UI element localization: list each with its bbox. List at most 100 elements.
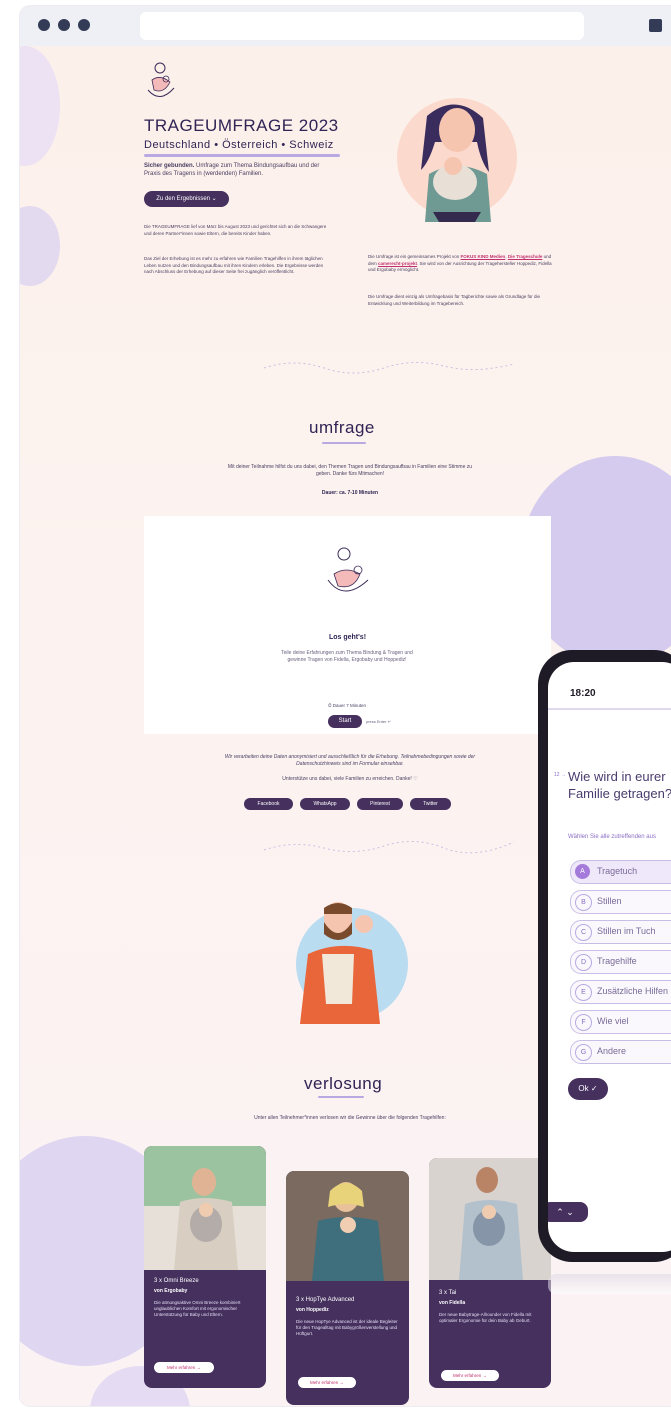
title-underline (144, 154, 340, 157)
answer-option[interactable]: F Wie viel (570, 1010, 671, 1034)
prize-card-hoppediz: 3 x HopTye Advanced von Hoppediz Die neu… (286, 1171, 409, 1405)
wave-divider (264, 841, 514, 854)
page-title: TRAGEUMFRAGE 2023 (144, 116, 339, 135)
share-facebook-label: Facebook (257, 801, 280, 807)
ok-button[interactable]: Ok ✓ (568, 1078, 608, 1100)
privacy-text: Wir verarbeiten deine Daten anonymisiert… (224, 754, 476, 767)
window-dot-icon[interactable] (58, 19, 70, 31)
option-key: B (575, 894, 592, 911)
phone-screen: 18:20 12 → Wie wird in eurer Familie get… (548, 662, 671, 1252)
intro-text: Sicher gebunden. Umfrage zum Thema Bindu… (144, 162, 334, 178)
intro-paragraph-1: Die TRAGEUMFRAGE lief von März bis Augus… (144, 224, 327, 236)
start-button[interactable]: Start (328, 715, 362, 728)
share-twitter-label: Twitter (423, 801, 438, 807)
prize-title: 3 x Omni Breeze (154, 1278, 199, 1284)
card-duration: ⏱ Dauer 7 Minuten (328, 703, 367, 708)
option-label: Tragehilfe (597, 956, 637, 966)
phone-mockup: 18:20 12 → Wie wird in eurer Familie get… (538, 610, 671, 1294)
answer-option[interactable]: C Stillen im Tuch (570, 920, 671, 944)
question-hint: Wählen Sie alle zutreffenden aus (568, 834, 656, 840)
window-dot-icon[interactable] (38, 19, 50, 31)
prize-description: Die neue HopTye Advanced ist der ideale … (296, 1319, 398, 1336)
answer-option[interactable]: E Zusätzliche Hilfen (570, 980, 671, 1004)
intro-paragraph-2: Das Ziel der Erhebung ist es mehr zu erf… (144, 256, 324, 274)
survey-heading-underline (322, 442, 366, 444)
project-paragraph: Die Umfrage ist ein gemeinsames Projekt … (368, 254, 558, 274)
survey-duration: Dauer: ca. 7-10 Minuten (321, 490, 379, 496)
share-twitter-button[interactable]: Twitter (410, 798, 451, 810)
browser-toolbar (20, 6, 671, 46)
share-whatsapp-button[interactable]: WhatsApp (300, 798, 350, 810)
window-dot-icon[interactable] (78, 19, 90, 31)
decor-blob (20, 46, 60, 166)
raffle-description: Unter allen Teilnehmer*innen verlosen wi… (254, 1115, 446, 1121)
option-label: Tragetuch (597, 866, 638, 876)
option-key: E (575, 984, 592, 1001)
survey-description: Mit deiner Teilnahme hilfst du uns dabei… (227, 464, 473, 477)
project-text-a: Die Umfrage ist ein gemeinsames Projekt … (368, 254, 461, 259)
mother-baby-line-icon (327, 547, 369, 592)
share-pinterest-button[interactable]: Pinterest (357, 798, 403, 810)
raffle-heading: verlosung (304, 1074, 383, 1093)
address-bar[interactable] (140, 12, 584, 40)
prize-description: Der neue Babytrage-Allrounder von Fidell… (439, 1312, 532, 1323)
option-key: D (575, 954, 592, 971)
prize-description: Die atmungsaktive Omni Breeze kombiniert… (154, 1300, 241, 1317)
option-key: A (575, 864, 590, 879)
results-button[interactable]: Zu den Ergebnissen ⌄ (144, 191, 229, 207)
raffle-heading-underline (318, 1096, 364, 1098)
hoppediz-photo (286, 1171, 409, 1281)
decor-blob (20, 206, 60, 286)
support-text: Unterstütze uns dabei, viele Familien zu… (282, 776, 418, 782)
option-label: Andere (597, 1046, 627, 1056)
father-baby-illustration (296, 902, 408, 1024)
card-title: Los geht's! (328, 634, 367, 641)
survey-heading: umfrage (309, 418, 375, 437)
start-hint: press Enter ↵ (366, 719, 391, 724)
project-paragraph-2: Die Umfrage dient einzig als Umfragebasi… (368, 294, 541, 306)
prize-more-button[interactable]: Mehr erfahren → (298, 1377, 356, 1388)
option-label: Stillen (597, 896, 622, 906)
option-key: G (575, 1044, 592, 1061)
tab-square-icon[interactable] (649, 19, 662, 32)
answer-option[interactable]: D Tragehilfe (570, 950, 671, 974)
prize-brand: von Ergobaby (154, 1288, 188, 1294)
prize-brand: von Fidella (439, 1300, 466, 1306)
prize-title: 3 x HopTye Advanced (296, 1297, 355, 1303)
fidella-photo (429, 1158, 551, 1280)
mother-baby-illustration (397, 98, 517, 222)
trageumfrage-logo-icon (147, 62, 175, 97)
prize-card-ergobaby: 3 x Omni Breeze von Ergobaby Die atmungs… (144, 1146, 266, 1388)
survey-card: Los geht's! Teile deine Erfahrungen zum … (144, 516, 551, 734)
option-label: Wie viel (597, 1016, 629, 1026)
answer-option[interactable]: G Andere (570, 1040, 671, 1064)
phone-clock: 18:20 (570, 688, 596, 699)
page-subtitle: Deutschland • Österreich • Schweiz (144, 139, 334, 151)
prize-card-fidella: 3 x Tai von Fidella Der neue Babytrage-A… (429, 1158, 551, 1388)
phone-progress-bar (548, 708, 671, 710)
phone-reflection (548, 1274, 671, 1294)
fokus-kind-link[interactable]: FOKUS KIND Medien (461, 254, 506, 259)
share-whatsapp-label: WhatsApp (313, 801, 337, 807)
wave-divider (264, 362, 514, 374)
option-label: Zusätzliche Hilfen (597, 986, 669, 996)
ergobaby-photo (144, 1146, 266, 1270)
prize-brand: von Hoppediz (296, 1307, 329, 1313)
prize-title: 3 x Tai (439, 1290, 457, 1296)
answer-option[interactable]: A Tragetuch (570, 860, 671, 884)
card-text: Teile deine Erfahrungen zum Thema Bindun… (281, 650, 413, 663)
trageschule-link[interactable]: Die Trageschule (508, 254, 543, 259)
option-key: F (575, 1014, 592, 1031)
share-pinterest-label: Pinterest (370, 801, 390, 807)
share-facebook-button[interactable]: Facebook (244, 798, 293, 810)
question-text: Wie wird in eurer Familie getragen? (568, 769, 671, 801)
option-key: C (575, 924, 592, 941)
intro-bold: Sicher gebunden. (144, 163, 195, 169)
question-number: 12 → (554, 772, 566, 778)
project-link[interactable]: camerecht-projekt (378, 261, 417, 266)
option-label: Stillen im Tuch (597, 926, 656, 936)
prize-more-button[interactable]: Mehr erfahren → (154, 1362, 214, 1373)
answer-option[interactable]: B Stillen (570, 890, 671, 914)
prize-more-button[interactable]: Mehr erfahren → (441, 1370, 499, 1381)
nav-arrows-button[interactable]: ⌃ ⌄ (548, 1202, 588, 1222)
